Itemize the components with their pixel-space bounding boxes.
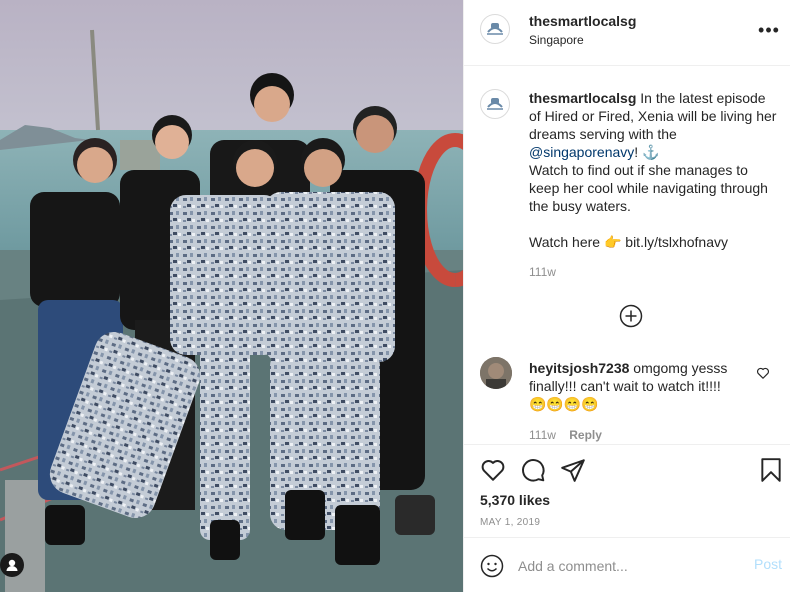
comment-timestamp[interactable]: 111w (529, 428, 556, 442)
add-comment-bar: Post (464, 537, 790, 592)
comment-meta: 111w Reply (529, 428, 602, 442)
comment-icon[interactable] (520, 457, 546, 483)
bookmark-icon[interactable] (758, 457, 784, 483)
comment-emoji: 😁😁😁😁 (529, 396, 599, 412)
reply-button[interactable]: Reply (569, 428, 602, 442)
heart-icon[interactable] (480, 457, 506, 483)
post-username[interactable]: thesmartlocalsg (529, 13, 636, 29)
caption-line-3: Watch here 👉 bit.ly/tslxhofnavy (529, 234, 728, 250)
likes-count[interactable]: 5,370 likes (480, 492, 550, 508)
caption-timestamp[interactable]: 111w (529, 263, 779, 281)
post-header: thesmartlocalsg Singapore ••• (464, 0, 790, 66)
emoji-icon[interactable] (480, 554, 504, 578)
post-location[interactable]: Singapore (529, 33, 584, 47)
share-icon[interactable] (560, 457, 586, 483)
profile-avatar[interactable] (480, 14, 510, 44)
brand-logo-icon (482, 16, 508, 42)
comment-avatar[interactable] (480, 357, 512, 389)
brand-logo-icon (482, 91, 508, 117)
post-comment-button[interactable]: Post (754, 556, 782, 572)
caption-line-2: Watch to find out if she manages to keep… (529, 162, 768, 214)
comment-like-heart-icon[interactable] (756, 366, 770, 380)
mention-link[interactable]: @singaporenavy (529, 144, 634, 160)
post-photo[interactable] (0, 0, 463, 592)
plus-circle-icon[interactable] (619, 304, 643, 328)
caption-avatar[interactable] (480, 89, 510, 119)
more-options-icon[interactable]: ••• (757, 18, 781, 42)
comment-input[interactable] (518, 554, 738, 578)
post-panel: thesmartlocalsg Singapore ••• thesmartlo… (463, 0, 790, 592)
post-image (0, 0, 463, 592)
comment-username[interactable]: heyitsjosh7238 (529, 360, 629, 376)
post-actions: 5,370 likes MAY 1, 2019 (464, 444, 790, 537)
caption-username[interactable]: thesmartlocalsg (529, 90, 636, 106)
post-caption: thesmartlocalsg In the latest episode of… (529, 89, 779, 281)
post-date[interactable]: MAY 1, 2019 (480, 517, 540, 528)
user-tag-icon[interactable] (0, 553, 24, 577)
caption-text-end: ! ⚓ (634, 144, 660, 160)
comment-item: heyitsjosh7238 omgomg yesss finally!!! c… (529, 359, 749, 413)
